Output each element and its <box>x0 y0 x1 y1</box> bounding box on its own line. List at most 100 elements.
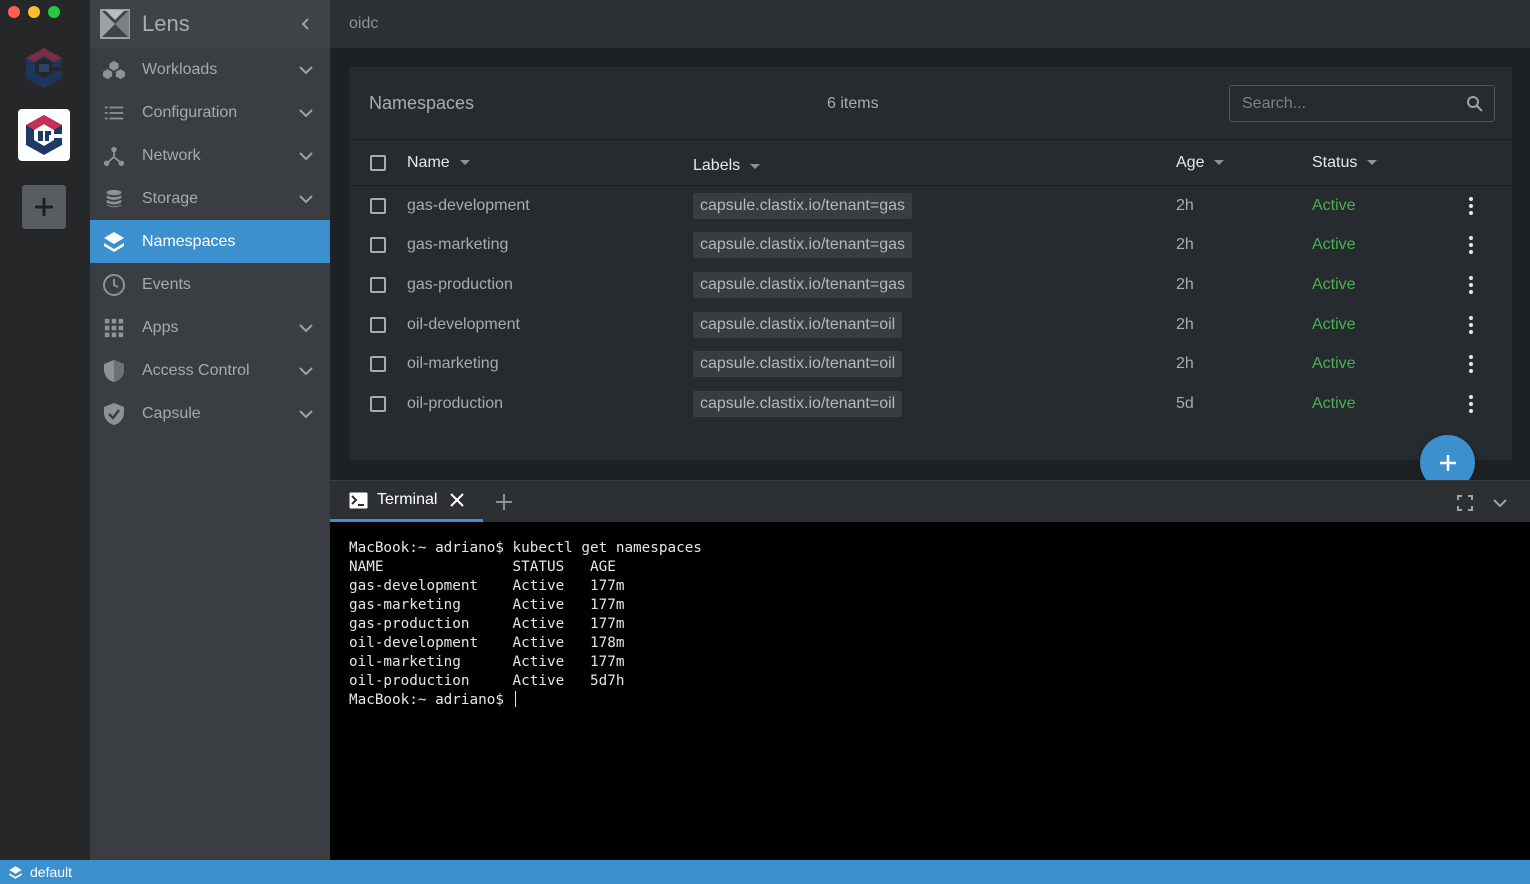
table-row[interactable]: gas-development capsule.clastix.io/tenant… <box>349 186 1512 226</box>
chevron-down-icon[interactable] <box>294 187 318 211</box>
table-row[interactable]: gas-production capsule.clastix.io/tenant=… <box>349 265 1512 305</box>
status-badge: Active <box>1312 236 1356 254</box>
chevron-down-icon[interactable] <box>294 359 318 383</box>
app-name: Lens <box>142 11 190 36</box>
new-tab-button[interactable] <box>493 491 515 513</box>
lens-logo-icon <box>100 9 130 39</box>
terminal-line: gas-production Active 177m <box>349 616 625 632</box>
sidebar-item-network[interactable]: Network <box>90 134 330 177</box>
table-row[interactable]: oil-production capsule.clastix.io/tenant=… <box>349 384 1512 424</box>
row-menu-button[interactable] <box>1459 392 1483 416</box>
chevron-left-icon <box>301 18 309 30</box>
sidebar-item-configuration[interactable]: Configuration <box>90 91 330 134</box>
sort-caret-icon <box>1367 160 1378 165</box>
column-header-name[interactable]: Name <box>407 154 470 172</box>
select-all-checkbox[interactable] <box>370 154 386 171</box>
namespace-name: oil-development <box>407 315 520 333</box>
status-badge: Active <box>1312 355 1356 373</box>
terminal-line: oil-marketing Active 177m <box>349 654 625 670</box>
table-header: Name Labels Age Status <box>349 140 1512 186</box>
search-box[interactable] <box>1229 85 1495 122</box>
terminal-prompt-line: MacBook:~ adriano$ <box>349 691 1511 710</box>
terminal-line: gas-marketing Active 177m <box>349 597 625 613</box>
dock-tabs-bar: Terminal <box>330 480 1530 522</box>
list-icon <box>102 101 126 125</box>
column-header-age[interactable]: Age <box>1176 154 1225 172</box>
terminal[interactable]: MacBook:~ adriano$ kubectl get namespace… <box>330 522 1530 860</box>
namespace-age: 2h <box>1176 275 1194 293</box>
row-menu-button[interactable] <box>1459 273 1483 297</box>
sidebar-item-namespaces[interactable]: Namespaces <box>90 220 330 263</box>
label-badge: capsule.clastix.io/tenant=oil <box>693 311 903 338</box>
sidebar-item-capsule[interactable]: Capsule <box>90 392 330 435</box>
chevron-down-icon[interactable] <box>294 402 318 426</box>
status-bar: default <box>0 860 1530 884</box>
search-input[interactable] <box>1242 94 1466 113</box>
column-header-labels[interactable]: Labels <box>693 157 761 175</box>
apps-grid-icon <box>102 316 126 340</box>
column-header-label: Status <box>1312 153 1358 171</box>
table-row[interactable]: oil-development capsule.clastix.io/tenant… <box>349 305 1512 345</box>
row-checkbox[interactable] <box>370 356 386 373</box>
column-header-label: Labels <box>693 157 741 174</box>
tab-terminal[interactable]: Terminal <box>330 481 483 522</box>
row-menu-button[interactable] <box>1459 352 1483 376</box>
sidebar-item-access-control[interactable]: Access Control <box>90 349 330 392</box>
table-row[interactable]: oil-marketing capsule.clastix.io/tenant=o… <box>349 344 1512 384</box>
terminal-line: gas-development Active 177m <box>349 578 625 594</box>
sort-caret-icon <box>1214 160 1225 165</box>
sidebar-item-events[interactable]: Events <box>90 263 330 306</box>
capsule-logo-icon <box>26 48 62 88</box>
more-vertical-icon <box>1469 315 1473 334</box>
sidebar-item-label: Storage <box>142 189 199 207</box>
row-menu-button[interactable] <box>1459 194 1483 218</box>
close-tab-button[interactable] <box>449 492 465 508</box>
sidebar-item-label: Apps <box>142 318 179 336</box>
row-menu-button[interactable] <box>1459 233 1483 257</box>
table-row[interactable]: gas-marketing capsule.clastix.io/tenant=g… <box>349 226 1512 266</box>
terminal-line: oil-development Active 178m <box>349 635 625 651</box>
row-checkbox[interactable] <box>370 316 386 333</box>
chevron-down-icon[interactable] <box>294 101 318 125</box>
search-icon[interactable] <box>1466 95 1484 113</box>
workloads-icon <box>102 58 126 82</box>
tab-label: Terminal <box>377 491 438 508</box>
label-badge: capsule.clastix.io/tenant=gas <box>693 192 913 219</box>
chevron-down-icon[interactable] <box>294 144 318 168</box>
row-checkbox[interactable] <box>370 197 386 214</box>
namespace-name: gas-development <box>407 196 530 214</box>
cluster-icon-active[interactable] <box>18 109 70 161</box>
main-content: Namespaces 6 items Name Labels Age <box>330 48 1530 490</box>
add-cluster-button[interactable] <box>22 185 66 229</box>
status-badge: Active <box>1312 315 1356 333</box>
terminal-line: MacBook:~ adriano$ kubectl get namespace… <box>349 540 702 556</box>
row-menu-button[interactable] <box>1459 313 1483 337</box>
shield-check-icon <box>102 402 126 426</box>
sidebar: Lens Workloads Configuration Network Storag… <box>90 0 330 860</box>
sort-caret-icon <box>750 163 761 169</box>
fullscreen-icon <box>1457 495 1473 511</box>
maximize-window-button[interactable] <box>48 6 60 18</box>
status-badge: Active <box>1312 275 1356 293</box>
row-checkbox[interactable] <box>370 395 386 412</box>
minimize-dock-button[interactable] <box>1490 493 1510 513</box>
window-controls <box>8 6 60 18</box>
clock-icon <box>102 273 126 297</box>
namespace-age: 2h <box>1176 315 1194 333</box>
sidebar-item-storage[interactable]: Storage <box>90 177 330 220</box>
current-namespace[interactable]: default <box>30 864 72 880</box>
row-checkbox[interactable] <box>370 237 386 254</box>
sidebar-item-workloads[interactable]: Workloads <box>90 48 330 91</box>
sidebar-nav: Workloads Configuration Network Storage Name… <box>90 48 330 435</box>
row-checkbox[interactable] <box>370 276 386 293</box>
chevron-down-icon[interactable] <box>294 58 318 82</box>
chevron-down-icon[interactable] <box>294 316 318 340</box>
fullscreen-button[interactable] <box>1455 493 1475 513</box>
sidebar-item-apps[interactable]: Apps <box>90 306 330 349</box>
sidebar-item-label: Access Control <box>142 361 250 379</box>
cluster-icon-inactive[interactable] <box>18 42 70 94</box>
minimize-window-button[interactable] <box>28 6 40 18</box>
collapse-sidebar-button[interactable] <box>288 6 324 42</box>
close-window-button[interactable] <box>8 6 20 18</box>
column-header-status[interactable]: Status <box>1312 153 1378 172</box>
